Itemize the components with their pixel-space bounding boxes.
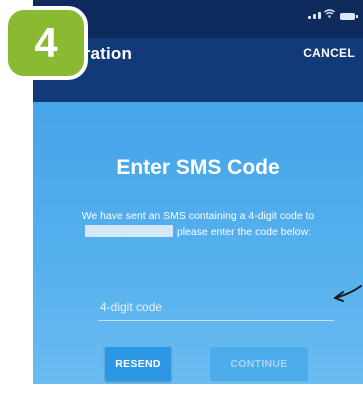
resend-button[interactable]: RESEND [105, 347, 171, 381]
step-number: 4 [34, 19, 58, 66]
page: egistration CANCEL Enter SMS Code We hav… [0, 0, 363, 412]
wifi-icon [324, 9, 335, 19]
page-heading: Enter SMS Code [116, 156, 280, 179]
pointer-arrow-icon [334, 285, 362, 302]
redacted-phone-number [84, 225, 173, 237]
continue-button[interactable]: CONTINUE [210, 347, 308, 381]
signal-icon [308, 12, 321, 19]
battery-icon [340, 13, 358, 20]
sms-code-input[interactable] [98, 294, 334, 321]
message-line-2-wrapper: please enter the code below: [41, 224, 355, 240]
cancel-button[interactable]: CANCEL [303, 46, 355, 60]
sms-message: We have sent an SMS containing a 4-digit… [41, 208, 355, 240]
message-line-2: please enter the code below: [176, 226, 312, 238]
message-line-1: We have sent an SMS containing a 4-digit… [81, 210, 315, 222]
